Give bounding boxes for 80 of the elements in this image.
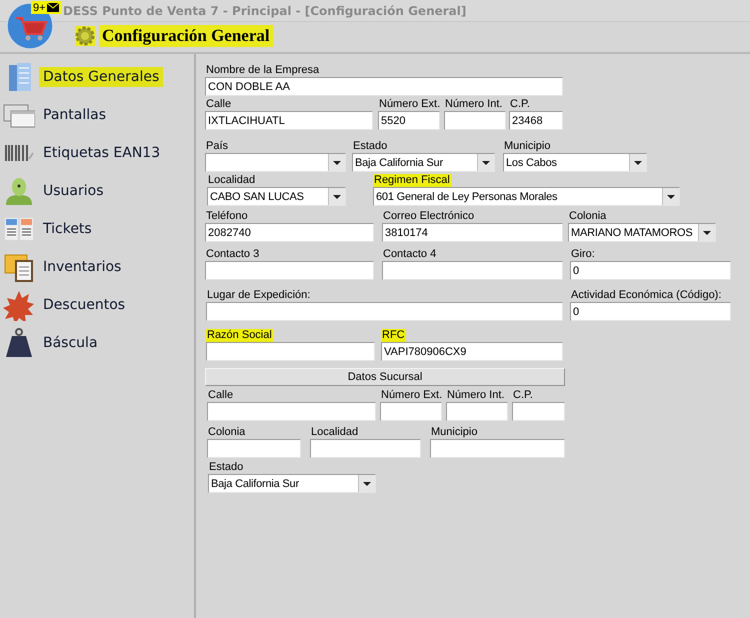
field-label: Correo Electrónico: [382, 210, 476, 223]
input-field[interactable]: [205, 261, 374, 280]
window-title: DESS Punto de Venta 7 - Principal - [Configuración General]: [63, 4, 466, 18]
dropdown-field[interactable]: 601 General de Ley Personas Morales: [373, 187, 680, 206]
field-label: Número Int.: [446, 389, 506, 402]
weight-icon: [3, 327, 35, 359]
field-label: Colonia: [207, 426, 246, 439]
field-label: Colonia: [568, 210, 608, 223]
section-title: Configuración General: [99, 25, 273, 47]
notification-badge[interactable]: 9+: [31, 1, 61, 14]
sidebar-item[interactable]: Usuarios: [39, 181, 108, 201]
field-label: Contacto 3: [205, 248, 260, 261]
sidebar-item[interactable]: Descuentos: [39, 295, 130, 315]
field-label: Estado: [208, 461, 244, 474]
dropdown-arrow-icon: [482, 160, 490, 164]
field-label: País: [205, 140, 230, 153]
field-label: Giro:: [570, 248, 596, 261]
input-field[interactable]: 2082740: [205, 223, 374, 242]
field-label: Municipio: [430, 426, 478, 439]
input-field[interactable]: 3810174: [382, 223, 563, 242]
dropdown-arrow-icon: [333, 160, 341, 164]
sidebar-item[interactable]: Tickets: [39, 219, 96, 239]
field-label: C.P.: [509, 98, 531, 111]
envelope-icon: [46, 3, 59, 12]
input-field[interactable]: [380, 402, 442, 421]
input-field[interactable]: [310, 439, 421, 458]
sidebar-item[interactable]: Pantallas: [39, 105, 110, 125]
field-label: Teléfono: [205, 210, 249, 223]
dropdown-field[interactable]: [205, 153, 346, 172]
sidebar-item[interactable]: Datos Generales: [39, 67, 164, 87]
field-label: Localidad: [207, 174, 256, 187]
input-field[interactable]: [444, 111, 506, 130]
field-label: Calle: [207, 389, 234, 402]
sidebar-item[interactable]: Etiquetas EAN13: [39, 143, 164, 163]
dropdown-field[interactable]: Baja California Sur: [352, 153, 495, 172]
dropdown-arrow-icon: [667, 194, 675, 198]
field-label: Estado: [352, 140, 388, 153]
sidebar-item[interactable]: Báscula: [39, 333, 102, 353]
sidebar-item[interactable]: Inventarios: [39, 257, 126, 277]
dropdown-field[interactable]: MARIANO MATAMOROS: [568, 223, 716, 242]
field-label: Municipio: [503, 140, 552, 153]
input-field[interactable]: [430, 439, 565, 458]
field-label: C.P.: [512, 389, 534, 402]
input-field[interactable]: [512, 402, 565, 421]
dropdown-field[interactable]: CABO SAN LUCAS: [207, 187, 346, 206]
field-label: Localidad: [310, 426, 360, 439]
field-label: Razón Social: [206, 329, 273, 342]
input-field[interactable]: 0: [570, 302, 731, 321]
input-field[interactable]: 0: [570, 261, 731, 280]
field-label: Número Int.: [444, 98, 504, 111]
field-label: Nombre de la Empresa: [205, 64, 320, 77]
field-label: RFC: [381, 329, 406, 342]
input-field[interactable]: [382, 261, 563, 280]
dropdown-arrow-icon: [363, 482, 371, 486]
burst-icon: [3, 289, 35, 321]
field-label: Número Ext.: [380, 389, 444, 402]
field-label: Contacto 4: [382, 248, 438, 261]
field-label: Regimen Fiscal: [373, 174, 451, 187]
field-label: Actividad Económica (Código):: [570, 289, 722, 302]
dropdown-arrow-icon: [333, 194, 341, 198]
field-label: Lugar de Expedición:: [206, 289, 312, 302]
input-field[interactable]: CON DOBLE AA: [205, 77, 563, 96]
input-field[interactable]: IXTLACIHUATL: [205, 111, 373, 130]
input-field[interactable]: 5520: [378, 111, 440, 130]
field-label: Calle: [205, 98, 232, 111]
input-field[interactable]: [206, 302, 563, 321]
input-field[interactable]: [206, 342, 375, 361]
section-button[interactable]: Datos Sucursal: [205, 368, 565, 386]
dropdown-field[interactable]: Baja California Sur: [208, 474, 376, 493]
input-field[interactable]: [207, 402, 376, 421]
input-field[interactable]: [446, 402, 508, 421]
user-icon: [3, 175, 35, 207]
dropdown-field[interactable]: Los Cabos: [503, 153, 647, 172]
input-field[interactable]: [207, 439, 301, 458]
input-field[interactable]: 23468: [509, 111, 563, 130]
gear-icon: [75, 26, 95, 46]
dropdown-arrow-icon: [703, 230, 711, 234]
dropdown-arrow-icon: [634, 160, 642, 164]
field-label: Número Ext.: [378, 98, 442, 111]
input-field[interactable]: VAPI780906CX9: [381, 342, 563, 361]
